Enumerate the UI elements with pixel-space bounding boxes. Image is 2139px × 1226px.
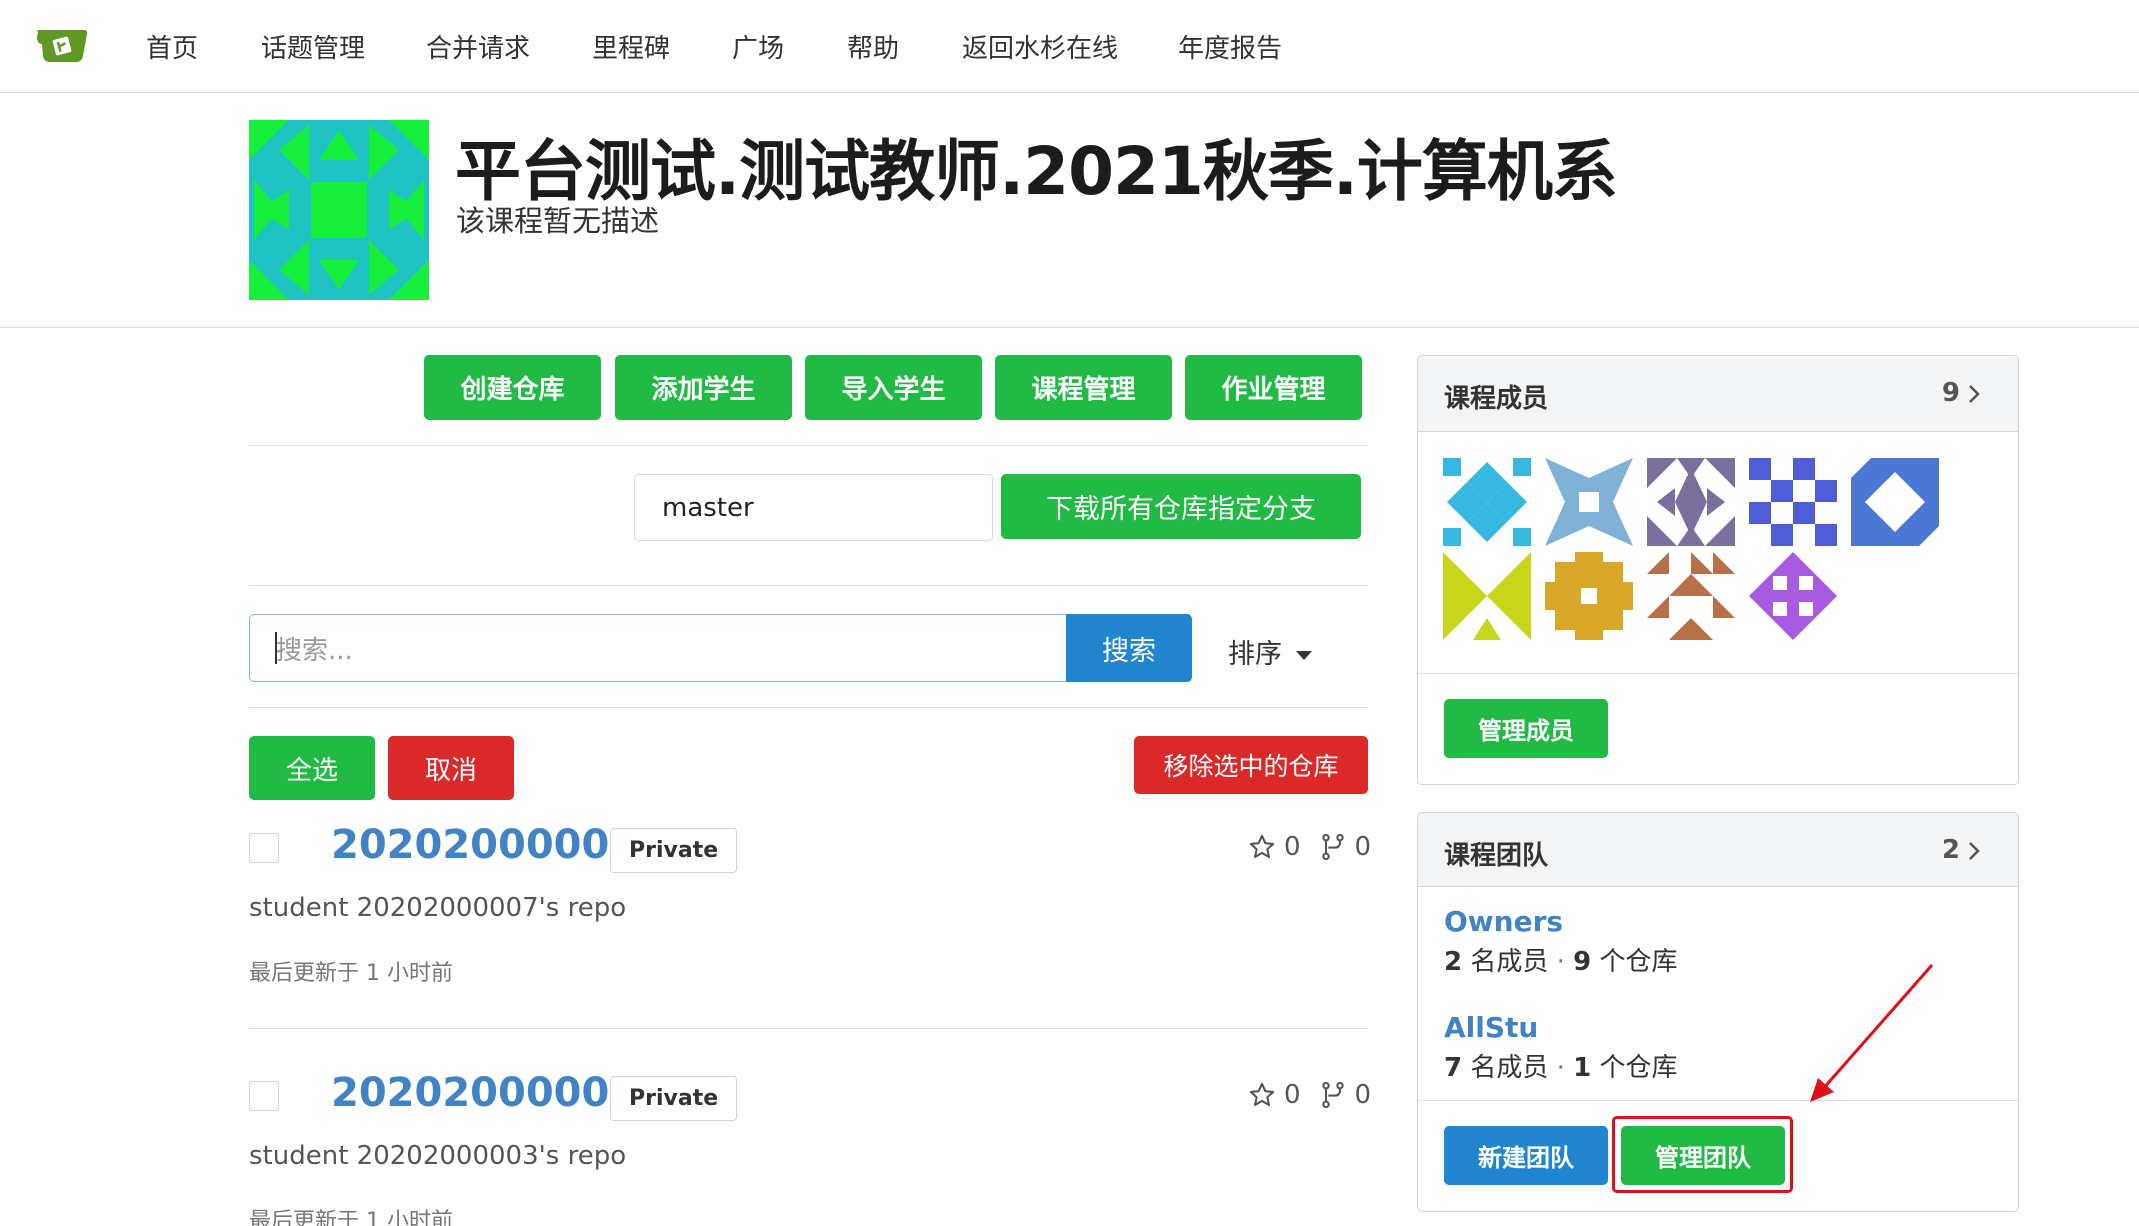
repo-name[interactable]: 20202000003 xyxy=(331,1070,637,1116)
star-count: 0 xyxy=(1284,1080,1301,1110)
team-allstu[interactable]: AllStu xyxy=(1444,1011,1538,1044)
members-panel-header[interactable]: 课程成员 9 xyxy=(1418,356,2018,432)
teams-count: 2 xyxy=(1941,835,1960,865)
avatar-pattern xyxy=(1851,458,1939,546)
nav-pull-requests[interactable]: 合并请求 xyxy=(426,28,530,65)
fork-icon[interactable] xyxy=(1319,1081,1347,1109)
manage-members-button[interactable]: 管理成员 xyxy=(1444,699,1608,758)
divider xyxy=(1418,673,2018,674)
fork-count: 0 xyxy=(1354,1080,1372,1110)
avatar-pattern xyxy=(1545,552,1633,640)
member-avatar[interactable] xyxy=(1851,458,1939,546)
member-avatar[interactable] xyxy=(1647,552,1735,640)
members-panel: 课程成员 9 管理成员 xyxy=(1417,355,2019,785)
team-repo-count: 1 xyxy=(1573,1053,1592,1083)
members-title: 课程成员 xyxy=(1444,384,1549,414)
create-repo-button[interactable]: 创建仓库 xyxy=(424,355,601,420)
teams-title: 课程团队 xyxy=(1444,841,1549,871)
cancel-button[interactable]: 取消 xyxy=(388,736,514,800)
fork-count: 0 xyxy=(1354,832,1372,862)
team-member-label: 名成员 xyxy=(1470,1053,1549,1083)
add-student-button[interactable]: 添加学生 xyxy=(615,355,792,420)
member-avatar[interactable] xyxy=(1545,458,1633,546)
nav-topics[interactable]: 话题管理 xyxy=(261,28,365,65)
repo-updated: 最后更新于 1 小时前 xyxy=(249,1209,453,1226)
member-avatar[interactable] xyxy=(1443,458,1531,546)
repo-description: student 20202000003's repo xyxy=(249,1141,627,1171)
sort-label: 排序 xyxy=(1228,639,1282,670)
chevron-right-icon xyxy=(1969,385,1980,403)
meta-separator: · xyxy=(1556,947,1565,977)
divider xyxy=(249,707,1368,708)
repo-stats: 0 0 xyxy=(1248,1080,1371,1110)
nav-back-online[interactable]: 返回水杉在线 xyxy=(962,28,1118,65)
team-owners[interactable]: Owners xyxy=(1444,905,1563,938)
branch-input[interactable]: master xyxy=(634,474,993,541)
nav-home[interactable]: 首页 xyxy=(146,28,198,65)
nav-help[interactable]: 帮助 xyxy=(847,28,899,65)
team-owners-meta: 2 名成员 · 9 个仓库 xyxy=(1444,941,1678,978)
repo-name[interactable]: 20202000007 xyxy=(331,822,637,868)
nav-explore[interactable]: 广场 xyxy=(732,28,784,65)
team-repo-label: 个仓库 xyxy=(1599,947,1678,977)
member-avatar[interactable] xyxy=(1545,552,1633,640)
teams-panel-header[interactable]: 课程团队 2 xyxy=(1418,813,2018,887)
caret-down-icon xyxy=(1296,651,1312,660)
repo-description: student 20202000007's repo xyxy=(249,893,627,923)
members-count: 9 xyxy=(1941,378,1960,408)
repo-checkbox[interactable] xyxy=(249,833,279,863)
team-repo-label: 个仓库 xyxy=(1599,1053,1678,1083)
member-avatar[interactable] xyxy=(1647,458,1735,546)
star-icon[interactable] xyxy=(1248,1081,1276,1109)
annotation-highlight-box xyxy=(1612,1116,1793,1193)
text-cursor xyxy=(275,632,277,664)
top-nav: 首页 话题管理 合并请求 里程碑 广场 帮助 返回水杉在线 年度报告 xyxy=(0,0,2139,93)
member-avatar[interactable] xyxy=(1749,458,1837,546)
avatar-pattern xyxy=(1443,552,1531,640)
search-button[interactable]: 搜索 xyxy=(1066,614,1192,682)
gitea-logo-icon[interactable] xyxy=(36,26,90,66)
visibility-badge: Private xyxy=(610,1076,738,1121)
team-allstu-meta: 7 名成员 · 1 个仓库 xyxy=(1444,1047,1678,1084)
team-member-label: 名成员 xyxy=(1470,947,1549,977)
repo-checkbox[interactable] xyxy=(249,1081,279,1111)
remove-selected-button[interactable]: 移除选中的仓库 xyxy=(1134,736,1368,794)
star-icon[interactable] xyxy=(1248,833,1276,861)
course-description: 该课程暂无描述 xyxy=(456,204,660,238)
divider xyxy=(249,445,1368,446)
member-avatar[interactable] xyxy=(1443,552,1531,640)
select-all-button[interactable]: 全选 xyxy=(249,736,375,800)
team-repo-count: 9 xyxy=(1573,947,1592,977)
course-manage-button[interactable]: 课程管理 xyxy=(995,355,1172,420)
star-count: 0 xyxy=(1284,832,1301,862)
chevron-right-icon xyxy=(1969,842,1980,860)
visibility-badge: Private xyxy=(610,828,738,873)
divider xyxy=(249,585,1368,586)
avatar-pattern xyxy=(1647,458,1735,546)
download-branch-button[interactable]: 下载所有仓库指定分支 xyxy=(1001,474,1361,539)
repo-updated: 最后更新于 1 小时前 xyxy=(249,961,453,986)
homework-manage-button[interactable]: 作业管理 xyxy=(1185,355,1362,420)
nav-annual-report[interactable]: 年度报告 xyxy=(1178,28,1282,65)
divider xyxy=(249,1028,1368,1029)
import-student-button[interactable]: 导入学生 xyxy=(805,355,982,420)
nav-milestones[interactable]: 里程碑 xyxy=(592,28,670,65)
sort-dropdown[interactable]: 排序 xyxy=(1228,632,1312,671)
fork-icon[interactable] xyxy=(1319,833,1347,861)
new-team-button[interactable]: 新建团队 xyxy=(1444,1126,1608,1185)
divider xyxy=(1418,1100,2018,1101)
repo-stats: 0 0 xyxy=(1248,832,1371,862)
team-member-count: 7 xyxy=(1444,1053,1463,1083)
member-avatar[interactable] xyxy=(1749,552,1837,640)
search-input[interactable]: 搜索... xyxy=(249,614,1066,682)
course-avatar xyxy=(249,120,429,300)
meta-separator: · xyxy=(1556,1053,1565,1083)
avatar-pattern xyxy=(1443,458,1531,546)
team-member-count: 2 xyxy=(1444,947,1463,977)
